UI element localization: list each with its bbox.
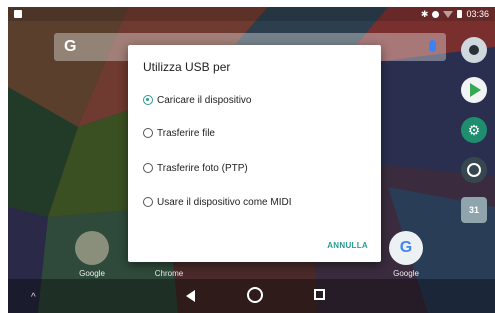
back-icon[interactable] — [186, 290, 195, 302]
calendar-app-icon[interactable]: 31 — [461, 197, 487, 223]
navigation-bar: ^ — [8, 279, 495, 313]
option-photo-transfer[interactable]: Trasferire foto (PTP) — [143, 160, 248, 176]
radio-icon[interactable] — [143, 197, 153, 207]
cancel-button[interactable]: ANNULLA — [327, 241, 368, 250]
radio-selected-icon[interactable] — [143, 95, 153, 105]
option-charge[interactable]: Caricare il dispositivo — [143, 92, 251, 108]
radio-icon[interactable] — [143, 163, 153, 173]
screenshot-frame: ✱ 03:36 G ⚙ 31 Google Chrome G Google ^ … — [0, 0, 495, 313]
google-app-icon[interactable]: G — [389, 231, 423, 265]
camera-app-icon[interactable] — [461, 37, 487, 63]
clock: 03:36 — [466, 9, 489, 19]
dnd-icon — [432, 10, 440, 18]
notification-icon — [14, 10, 22, 18]
home-app-label-chrome: Chrome — [154, 269, 184, 278]
google-folder-icon[interactable] — [75, 231, 109, 265]
home-icon[interactable] — [247, 287, 263, 303]
camera-lens-icon — [469, 45, 479, 55]
right-app-column: ⚙ 31 — [461, 37, 491, 223]
status-bar: ✱ 03:36 — [8, 7, 495, 21]
dialog-title: Utilizza USB per — [143, 60, 231, 74]
gear-icon: ⚙ — [467, 121, 481, 138]
chevron-up-icon[interactable]: ^ — [31, 292, 36, 303]
recents-icon[interactable] — [314, 289, 325, 300]
play-triangle-icon — [470, 83, 481, 97]
google-logo: G — [64, 38, 77, 55]
settings-app-icon[interactable]: ⚙ — [461, 117, 487, 143]
option-midi[interactable]: Usare il dispositivo come MIDI — [143, 194, 291, 210]
play-store-app-icon[interactable] — [461, 77, 487, 103]
usb-dialog: Utilizza USB per Caricare il dispositivo… — [128, 45, 381, 262]
option-file-transfer[interactable]: Trasferire file — [143, 125, 215, 141]
option-label: Usare il dispositivo come MIDI — [157, 196, 292, 208]
home-app-label-google-2: Google — [393, 269, 419, 278]
status-icons: ✱ 03:36 — [421, 8, 489, 20]
bluetooth-icon: ✱ — [420, 8, 429, 19]
clock-app-icon[interactable] — [461, 157, 487, 183]
radio-icon[interactable] — [143, 128, 153, 138]
option-label: Caricare il dispositivo — [157, 94, 252, 106]
option-label: Trasferire foto (PTP) — [157, 162, 248, 174]
option-label: Trasferire file — [157, 127, 215, 139]
mic-icon[interactable] — [429, 40, 436, 52]
calendar-icon: 31 — [468, 205, 479, 215]
battery-icon — [457, 10, 463, 18]
clock-face-icon — [467, 163, 481, 177]
wifi-icon — [443, 10, 454, 18]
google-g-icon: G — [399, 239, 413, 256]
home-app-label-google: Google — [79, 269, 105, 278]
